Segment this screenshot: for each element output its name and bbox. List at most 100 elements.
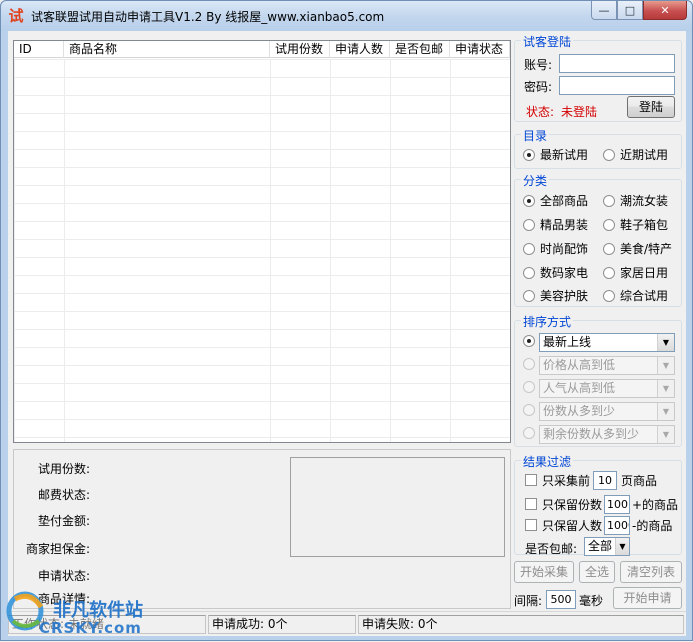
- product-image-box: [290, 457, 505, 557]
- sort-price-select[interactable]: 价格从高到低 ▼: [539, 356, 675, 375]
- sort-popularity-select[interactable]: 人气从高到低 ▼: [539, 379, 675, 398]
- login-status-label: 状态:: [526, 105, 555, 119]
- radio-label: 近期试用: [620, 148, 669, 162]
- radio-sort-latest[interactable]: [523, 335, 540, 347]
- column-product-name[interactable]: 商品名称: [64, 41, 270, 58]
- watermark-logo: 非凡软件站 CRSKY.com: [1, 581, 171, 639]
- category-group: 分类 全部商品 潮流女装 精品男装 鞋子箱包 时尚配饰 美食/特产 数码家电 家…: [514, 172, 682, 307]
- radio-sort-count[interactable]: [523, 404, 540, 416]
- radio-digital[interactable]: 数码家电: [523, 264, 588, 281]
- chevron-down-icon[interactable]: ▼: [657, 380, 674, 397]
- radio-label: 数码家电: [540, 266, 589, 280]
- clear-list-button[interactable]: 清空列表: [620, 561, 682, 583]
- client-area: ID 商品名称 试用份数 申请人数 是否包邮 申请状态 试用份数: 邮费状态: …: [8, 31, 686, 636]
- detail-deposit-label: 商家担保金:: [25, 542, 90, 556]
- detail-shipping-label: 邮费状态:: [37, 488, 90, 502]
- radio-indicator: [523, 148, 535, 161]
- catalog-group-title: 目录: [521, 127, 550, 144]
- maximize-button[interactable]: □: [617, 1, 643, 20]
- column-id[interactable]: ID: [14, 41, 64, 58]
- radio-indicator: [603, 218, 615, 231]
- column-trial-count[interactable]: 试用份数: [270, 41, 330, 58]
- radio-beauty[interactable]: 美容护肤: [523, 287, 588, 304]
- grid-line: [330, 59, 331, 442]
- grid-line: [450, 59, 451, 442]
- keep-applicants-checkbox[interactable]: [525, 519, 537, 531]
- radio-label: 鞋子箱包: [620, 218, 669, 232]
- radio-sort-popularity[interactable]: [523, 381, 540, 393]
- select-value: 价格从高到低: [543, 358, 616, 372]
- interval-label: 间隔:: [514, 594, 543, 608]
- grid-line: [270, 59, 271, 442]
- radio-indicator: [523, 218, 535, 231]
- column-apply-status[interactable]: 申请状态: [450, 41, 510, 58]
- select-value: 剩余份数从多到少: [543, 427, 640, 441]
- select-value: 份数从多到少: [543, 404, 616, 418]
- keep-applicants-input[interactable]: 1000: [604, 516, 630, 535]
- chevron-down-icon[interactable]: ▼: [657, 357, 674, 374]
- watermark-subtext: CRSKY.com: [39, 619, 142, 637]
- login-button[interactable]: 登陆: [627, 96, 675, 118]
- column-applicants[interactable]: 申请人数: [330, 41, 390, 58]
- column-free-shipping[interactable]: 是否包邮: [390, 41, 450, 58]
- radio-indicator: [523, 289, 535, 302]
- start-collect-button[interactable]: 开始采集: [514, 561, 574, 583]
- radio-women-fashion[interactable]: 潮流女装: [603, 192, 668, 209]
- sort-count-select[interactable]: 份数从多到少 ▼: [539, 402, 675, 421]
- keep-count-suffix-label: +的商品: [632, 498, 679, 512]
- filter-group: 结果过滤 只采集前 10 页商品 只保留份数 100 +的商品 只保留人数 10…: [514, 453, 682, 556]
- keep-applicants-prefix-label: 只保留人数: [542, 519, 603, 533]
- keep-count-checkbox[interactable]: [525, 498, 537, 510]
- collect-pages-input[interactable]: 10: [593, 471, 617, 490]
- chevron-down-icon[interactable]: ▼: [657, 426, 674, 443]
- interval-input[interactable]: 500: [546, 590, 576, 609]
- radio-food[interactable]: 美食/特产: [603, 240, 672, 257]
- product-list[interactable]: ID 商品名称 试用份数 申请人数 是否包邮 申请状态: [13, 40, 511, 443]
- minimize-button[interactable]: —: [591, 1, 617, 20]
- app-icon: 试: [8, 7, 24, 25]
- sort-group-title: 排序方式: [521, 313, 574, 330]
- radio-sort-remaining[interactable]: [523, 427, 540, 439]
- login-group-title: 试客登陆: [521, 33, 574, 50]
- radio-general[interactable]: 综合试用: [603, 287, 668, 304]
- chevron-down-icon[interactable]: ▼: [615, 538, 629, 555]
- interval-unit-label: 毫秒: [579, 594, 604, 608]
- login-status-value: 未登陆: [561, 105, 598, 119]
- start-apply-button[interactable]: 开始申请: [613, 587, 682, 609]
- radio-label: 潮流女装: [620, 194, 669, 208]
- sort-remaining-select[interactable]: 剩余份数从多到少 ▼: [539, 425, 675, 444]
- app-window: 试 试客联盟试用自动申请工具V1.2 By 线报屋_www.xianbao5.c…: [0, 0, 693, 641]
- radio-men-fashion[interactable]: 精品男装: [523, 216, 588, 233]
- password-input[interactable]: [559, 76, 675, 95]
- radio-indicator: [523, 404, 535, 416]
- chevron-down-icon[interactable]: ▼: [657, 403, 674, 420]
- radio-latest-trial[interactable]: 最新试用: [523, 146, 588, 163]
- free-shipping-select[interactable]: 全部 ▼: [584, 537, 630, 556]
- radio-recent-trial[interactable]: 近期试用: [603, 146, 668, 163]
- detail-trial-count-label: 试用份数:: [37, 462, 90, 476]
- keep-count-input[interactable]: 100: [604, 495, 630, 514]
- password-label: 密码:: [524, 80, 553, 94]
- radio-indicator: [603, 242, 615, 255]
- radio-indicator: [523, 335, 535, 347]
- select-value: 全部: [588, 539, 613, 553]
- sort-latest-select[interactable]: 最新上线 ▼: [539, 333, 675, 352]
- chevron-down-icon[interactable]: ▼: [657, 334, 674, 351]
- title-bar[interactable]: 试 试客联盟试用自动申请工具V1.2 By 线报屋_www.xianbao5.c…: [1, 1, 692, 31]
- radio-home[interactable]: 家居日用: [603, 264, 668, 281]
- radio-sort-price[interactable]: [523, 358, 540, 370]
- radio-label: 最新试用: [540, 148, 589, 162]
- collect-pages-checkbox[interactable]: [525, 474, 537, 486]
- select-all-button[interactable]: 全选: [579, 561, 615, 583]
- radio-indicator: [523, 242, 535, 255]
- radio-all-products[interactable]: 全部商品: [523, 192, 588, 209]
- list-body[interactable]: [14, 59, 510, 442]
- keep-count-prefix-label: 只保留份数: [542, 498, 603, 512]
- login-group: 试客登陆 账号: 密码: 状态: 未登陆 登陆: [514, 33, 682, 122]
- radio-accessories[interactable]: 时尚配饰: [523, 240, 588, 257]
- detail-advance-label: 垫付金额:: [37, 514, 90, 528]
- account-input[interactable]: [559, 54, 675, 73]
- radio-shoes-bags[interactable]: 鞋子箱包: [603, 216, 668, 233]
- radio-indicator: [523, 358, 535, 370]
- close-button[interactable]: ✕: [643, 1, 687, 20]
